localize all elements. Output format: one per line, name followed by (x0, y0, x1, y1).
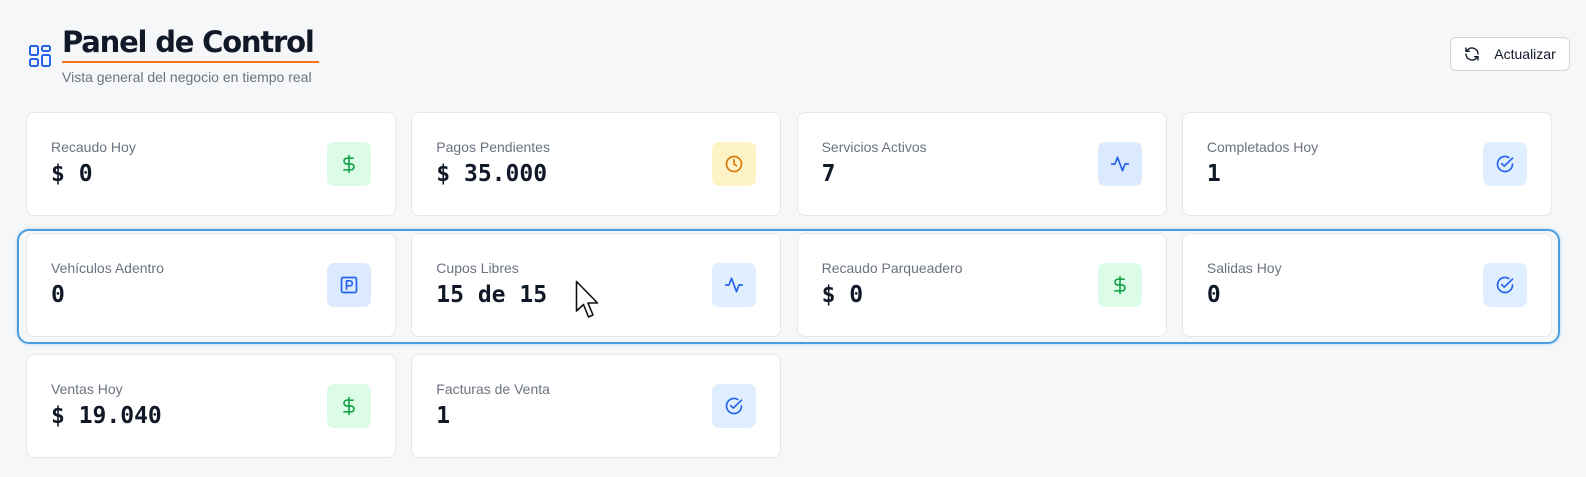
activity-icon (1097, 142, 1142, 186)
stat-card-label: Pagos Pendientes (436, 139, 550, 155)
stat-card-label: Servicios Activos (821, 139, 927, 155)
stat-card-value: $ 0 (51, 161, 93, 187)
stat-card-value: 0 (51, 282, 65, 308)
stat-card: Pagos Pendientes $ 35.000 (411, 112, 782, 216)
dollar-icon (327, 384, 371, 428)
dollar-icon (327, 142, 371, 186)
stat-card-label: Recaudo Hoy (51, 139, 136, 155)
stat-card: Servicios Activos 7 (796, 112, 1167, 216)
stat-card-value: 7 (821, 161, 836, 187)
mouse-cursor-icon (575, 280, 599, 318)
stat-card-label: Recaudo Parqueadero (821, 260, 963, 276)
check-circle-icon (712, 384, 757, 428)
stat-card-value: 1 (1206, 161, 1221, 187)
stat-card: Ventas Hoy $ 19.040 (26, 354, 396, 458)
page-title: Panel de Control (62, 26, 319, 63)
check-circle-icon (1482, 263, 1527, 307)
stat-card: Recaudo Hoy $ 0 (26, 112, 396, 216)
stat-card-label: Salidas Hoy (1206, 260, 1282, 276)
stat-card: Completados Hoy 1 (1181, 112, 1552, 216)
stat-card-value: $ 0 (821, 282, 864, 308)
stat-card-label: Vehículos Adentro (51, 260, 164, 276)
stat-card: Facturas de Venta 1 (411, 354, 782, 458)
stat-card-label: Completados Hoy (1206, 139, 1319, 155)
stat-card-label: Cupos Libres (436, 260, 519, 276)
refresh-icon (1465, 47, 1479, 61)
stat-card: Salidas Hoy 0 (1181, 233, 1552, 337)
refresh-button-label: Actualizar (1494, 46, 1556, 62)
stat-card-value: 0 (1206, 282, 1221, 308)
check-circle-icon (1482, 142, 1527, 186)
page-header: Panel de Control Vista general del negoc… (26, 26, 1570, 92)
stat-card: Recaudo Parqueadero $ 0 (796, 233, 1167, 337)
dashboard-grid-icon (29, 45, 51, 67)
stats-grid: Recaudo Hoy $ 0 Pagos Pendientes $ 35.000 Se… (26, 112, 1552, 458)
stat-card-value: 15 de 15 (436, 282, 548, 308)
clock-icon (712, 142, 757, 186)
stat-card-value: $ 35.000 (436, 161, 548, 187)
activity-icon (712, 263, 757, 307)
stat-card: Vehículos Adentro 0 (26, 233, 396, 337)
dollar-icon (1097, 263, 1142, 307)
parking-icon (327, 263, 371, 307)
stat-card-value: 1 (436, 403, 451, 429)
stat-card-value: $ 19.040 (51, 403, 162, 429)
stat-card-label: Facturas de Venta (436, 381, 550, 397)
stat-card-label: Ventas Hoy (51, 381, 123, 397)
page-subtitle: Vista general del negocio en tiempo real (62, 69, 312, 85)
refresh-button[interactable]: Actualizar (1450, 37, 1570, 71)
